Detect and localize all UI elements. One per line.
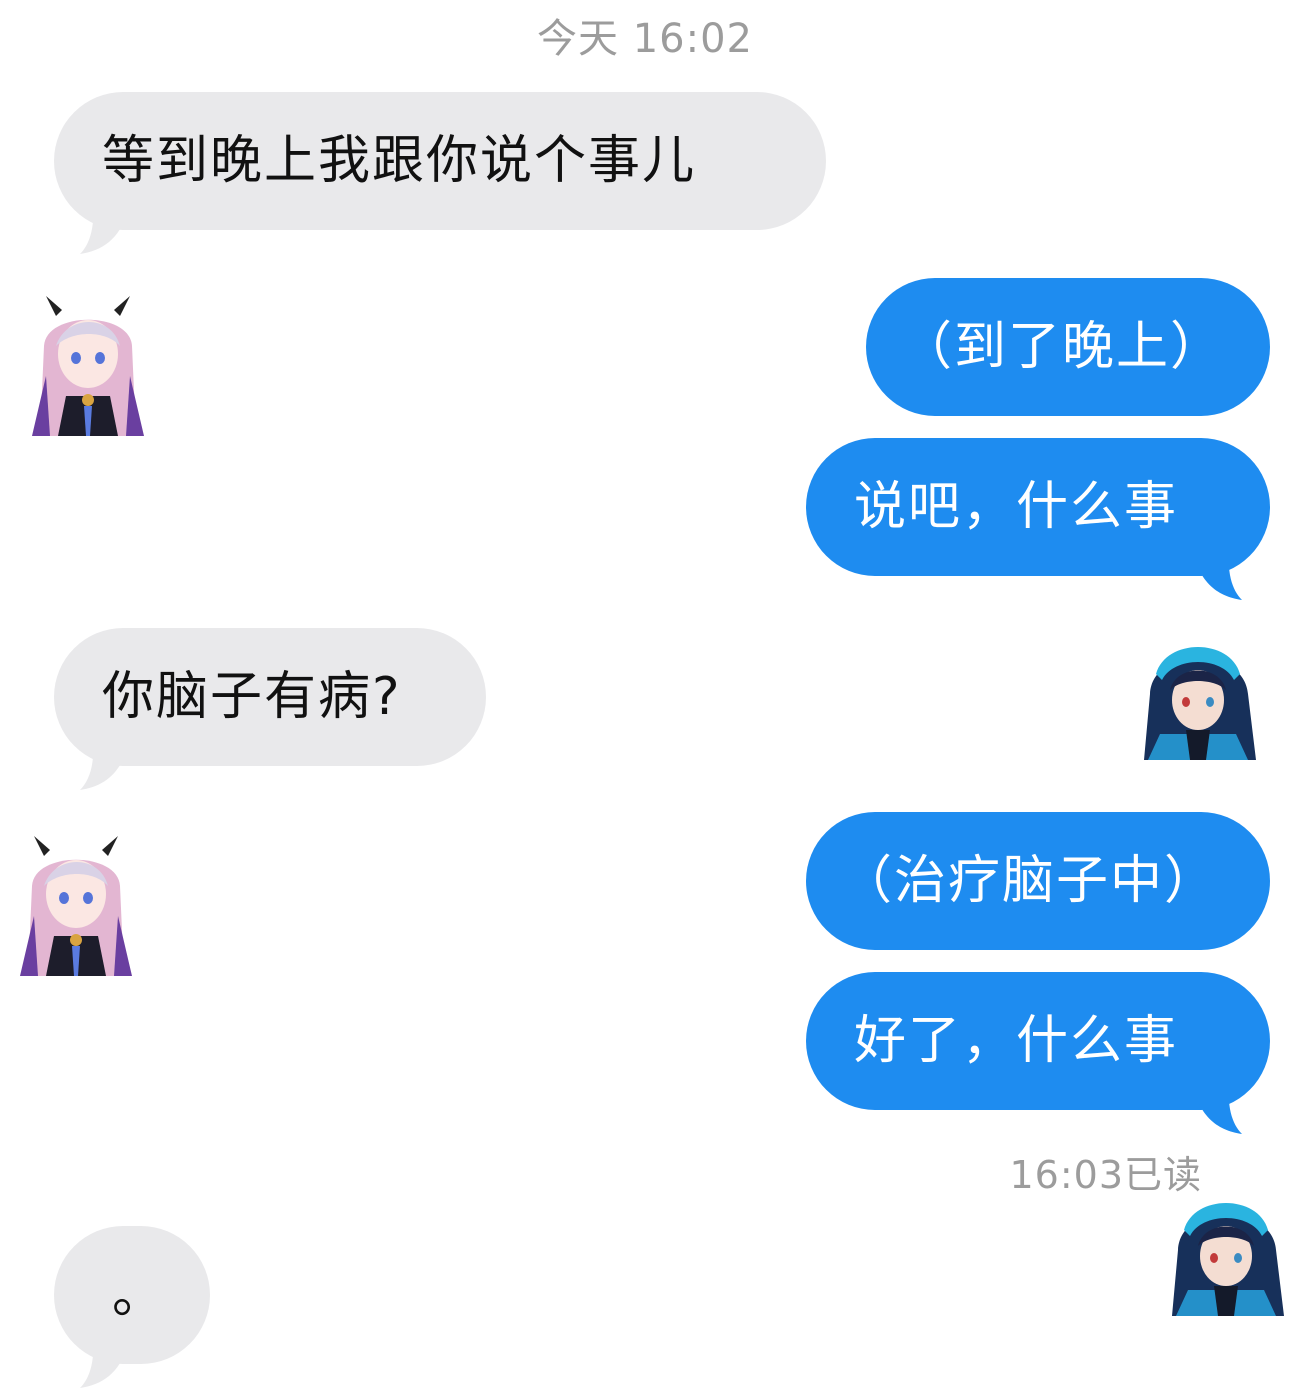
anime-girl-avatar[interactable] xyxy=(14,826,138,976)
bubble-tail xyxy=(80,1330,132,1388)
chat-thread: 今天 16:02 等到晚上我跟你说个事儿 （到了晚上） 说吧，什么事 你脑子有病… xyxy=(0,0,1290,1395)
anime-boy-avatar[interactable] xyxy=(1136,634,1260,760)
bubble-tail xyxy=(1190,542,1242,600)
message-outgoing[interactable]: （治疗脑子中） xyxy=(806,812,1270,950)
anime-girl-avatar[interactable] xyxy=(26,286,150,436)
message-text: 好了，什么事 xyxy=(854,1011,1179,1071)
message-text: （到了晚上） xyxy=(900,317,1225,377)
message-text: （治疗脑子中） xyxy=(840,851,1219,911)
bubble-tail xyxy=(80,196,132,254)
message-text: 等到晚上我跟你说个事儿 xyxy=(102,131,697,191)
anime-boy-avatar[interactable] xyxy=(1164,1190,1288,1316)
message-text: 。 xyxy=(112,1265,167,1325)
date-timestamp: 今天 16:02 xyxy=(537,16,753,62)
message-incoming[interactable]: 等到晚上我跟你说个事儿 xyxy=(54,92,826,230)
bubble-tail xyxy=(1190,1076,1242,1134)
message-outgoing[interactable]: （到了晚上） xyxy=(866,278,1270,416)
bubble-tail xyxy=(80,732,132,790)
message-text: 你脑子有病? xyxy=(102,667,402,727)
message-text: 说吧，什么事 xyxy=(854,477,1179,537)
